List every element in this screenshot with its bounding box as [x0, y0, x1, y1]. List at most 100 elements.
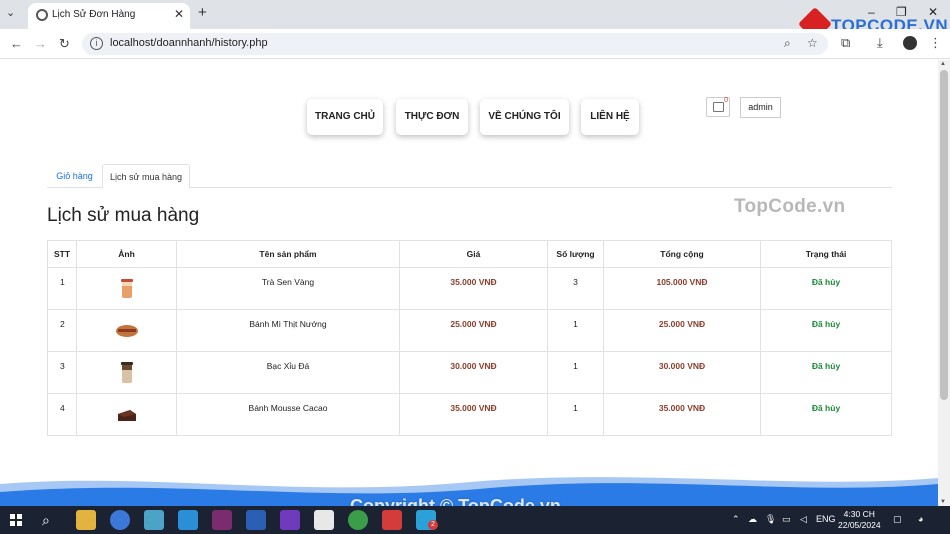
row-qty: 3 — [547, 267, 604, 310]
search-icon[interactable]: ⌕ — [42, 512, 50, 529]
row-qty: 1 — [547, 309, 604, 352]
extensions-icon[interactable]: ⧉ — [841, 35, 850, 51]
tab-cart[interactable]: Giỏ hàng — [47, 164, 102, 188]
bookmark-star-icon[interactable]: ☆ — [807, 36, 818, 50]
table-header-row: STT Ảnh Tên sản phẩm Giá Số lượng Tổng c… — [47, 240, 892, 268]
page-title: Lịch sử mua hàng — [47, 205, 200, 226]
photos-icon[interactable] — [144, 510, 164, 530]
row-total: 35.000 VNĐ — [603, 393, 761, 436]
chrome-icon[interactable] — [110, 510, 130, 530]
row-product-name: Bánh Mousse Cacao — [176, 393, 400, 436]
nav-about-button[interactable]: VỀ CHÚNG TÔI — [480, 99, 569, 135]
cart-button[interactable]: 0 — [706, 97, 730, 117]
history-table: STT Ảnh Tên sản phẩm Giá Số lượng Tổng c… — [47, 240, 892, 436]
tab-search-icon[interactable]: ⌄ — [6, 6, 15, 19]
cake-image — [117, 410, 136, 421]
restore-icon[interactable]: ❐ — [896, 5, 907, 19]
row-qty: 1 — [547, 351, 604, 394]
reload-icon[interactable]: ↻ — [59, 36, 70, 52]
widgets-icon[interactable]: ◕ — [918, 514, 923, 524]
chevron-up-icon[interactable]: ⌃ — [732, 514, 740, 525]
row-stt: 4 — [47, 393, 77, 436]
menu-dots-icon[interactable]: ⋮ — [929, 35, 942, 51]
browser-toolbar: ← → ↻ i localhost/doannhanh/history.php … — [0, 29, 950, 59]
windows-taskbar: ⌕ 2 ⌃ ☁ 🎙 ▭ ◁ ENG 4:30 CH 22/05/2024 ▢ ◕ — [0, 506, 950, 534]
table-row: 4 Bánh Mousse Cacao 35.000 VNĐ 1 35.000 … — [47, 393, 892, 436]
status-badge: Đã hủy — [760, 393, 892, 436]
tea-cup-image — [120, 279, 133, 298]
row-image — [76, 393, 177, 436]
clock-time: 4:30 CH — [843, 509, 875, 519]
download-icon[interactable]: ⤓ — [877, 35, 883, 51]
system-clock[interactable]: 4:30 CH 22/05/2024 — [838, 509, 881, 531]
status-badge: Đã hủy — [760, 309, 892, 352]
row-total: 105.000 VNĐ — [603, 267, 761, 310]
windows-start-icon[interactable] — [10, 514, 22, 526]
browser-tab[interactable]: Lịch Sử Đơn Hàng ✕ — [28, 3, 190, 29]
network-app-icon[interactable] — [178, 510, 198, 530]
profile-avatar-icon[interactable] — [903, 36, 917, 50]
page-scrollbar[interactable]: ▲ ▼ — [938, 60, 950, 506]
minimize-icon[interactable]: – — [868, 5, 875, 19]
user-button[interactable]: admin — [740, 97, 781, 118]
status-badge: Đã hủy — [760, 267, 892, 310]
globe-icon — [36, 9, 48, 21]
tab-title: Lịch Sử Đơn Hàng — [52, 9, 136, 20]
close-window-icon[interactable]: ✕ — [928, 5, 938, 19]
tab-history[interactable]: Lịch sử mua hàng — [102, 164, 190, 189]
bread-image — [115, 325, 138, 337]
row-price: 25.000 VNĐ — [399, 309, 548, 352]
nav-menu-button[interactable]: THỰC ĐƠN — [396, 99, 468, 135]
header-status: Trạng thái — [760, 240, 892, 268]
zoom-icon[interactable]: ⌕ — [784, 36, 791, 51]
notification-badge: 2 — [428, 520, 438, 530]
language-indicator[interactable]: ENG — [816, 514, 836, 524]
row-product-name: Bánh Mì Thịt Nướng — [176, 309, 400, 352]
scrollbar-thumb[interactable] — [940, 70, 948, 400]
file-explorer-icon[interactable] — [76, 510, 96, 530]
row-image — [76, 309, 177, 352]
row-product-name: Bạc Xỉu Đá — [176, 351, 400, 394]
forward-icon[interactable]: → — [34, 36, 47, 51]
browser-tab-strip: ⌄ Lịch Sử Đơn Hàng ✕ + TOPCODE.VN – ❐ ✕ — [0, 0, 950, 41]
new-tab-button[interactable]: + — [198, 4, 207, 21]
address-bar[interactable]: i localhost/doannhanh/history.php ⌕ ☆ — [82, 33, 828, 55]
scroll-up-icon[interactable]: ▲ — [940, 61, 946, 67]
notification-icon[interactable]: ▢ — [893, 514, 902, 525]
scroll-down-icon[interactable]: ▼ — [940, 499, 946, 505]
network-icon[interactable]: ▭ — [782, 514, 791, 525]
header-stt: STT — [47, 240, 77, 268]
word-icon[interactable] — [246, 510, 266, 530]
row-total: 30.000 VNĐ — [603, 351, 761, 394]
site-info-icon[interactable]: i — [90, 37, 103, 50]
row-image — [76, 267, 177, 310]
back-icon[interactable]: ← — [10, 36, 23, 51]
cloud-icon[interactable]: ☁ — [748, 514, 757, 525]
header-total: Tổng cộng — [603, 240, 761, 268]
row-qty: 1 — [547, 393, 604, 436]
row-stt: 2 — [47, 309, 77, 352]
close-tab-icon[interactable]: ✕ — [174, 7, 184, 21]
header-name: Tên sản phẩm — [176, 240, 400, 268]
watermark-text: TopCode.vn — [734, 196, 846, 217]
url-text: localhost/doannhanh/history.php — [110, 37, 268, 49]
hs-app-icon[interactable] — [348, 510, 368, 530]
nav-home-button[interactable]: TRANG CHỦ — [307, 99, 383, 135]
shopping-bag-icon — [713, 102, 724, 112]
header-qty: Số lượng — [547, 240, 604, 268]
iced-coffee-image — [120, 362, 133, 383]
row-stt: 1 — [47, 267, 77, 310]
header-image: Ảnh — [76, 240, 177, 268]
row-stt: 3 — [47, 351, 77, 394]
microphone-icon[interactable]: 🎙 — [765, 514, 776, 525]
table-row: 1 Trà Sen Vàng 35.000 VNĐ 3 105.000 VNĐ … — [47, 267, 892, 310]
xampp-icon[interactable] — [314, 510, 334, 530]
settings-app-icon[interactable] — [212, 510, 232, 530]
nav-contact-button[interactable]: LIÊN HỆ — [581, 99, 639, 135]
recorder-icon[interactable] — [382, 510, 402, 530]
table-row: 3 Bạc Xỉu Đá 30.000 VNĐ 1 30.000 VNĐ Đã … — [47, 351, 892, 394]
row-price: 35.000 VNĐ — [399, 393, 548, 436]
visual-studio-icon[interactable] — [280, 510, 300, 530]
volume-icon[interactable]: ◁ — [800, 514, 807, 525]
row-product-name: Trà Sen Vàng — [176, 267, 400, 310]
